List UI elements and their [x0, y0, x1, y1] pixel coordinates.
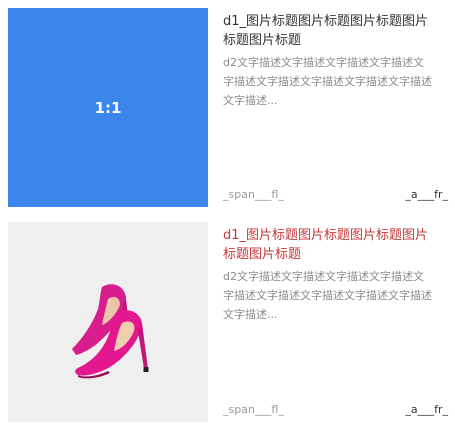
- media-card[interactable]: 1:1 d1_图片标题图片标题图片标题图片标题图片标题 d2文字描述文字描述文字…: [8, 8, 448, 207]
- aspect-ratio-label: 1:1: [94, 98, 122, 117]
- meta-left-text: _span___fl_: [223, 188, 284, 201]
- card-title[interactable]: d1_图片标题图片标题图片标题图片标题图片标题: [223, 226, 433, 264]
- card-description: d2文字描述文字描述文字描述文字描述文字描述文字描述文字描述文字描述文字描述文字…: [223, 270, 432, 321]
- high-heels-image: [72, 284, 149, 379]
- meta-left-text: _span___fl_: [223, 403, 284, 416]
- card-title[interactable]: d1_图片标题图片标题图片标题图片标题图片标题: [223, 12, 433, 50]
- media-card[interactable]: d1_图片标题图片标题图片标题图片标题图片标题 d2文字描述文字描述文字描述文字…: [8, 222, 448, 422]
- card-meta: _span___fl_ _a___fr_: [223, 402, 448, 418]
- card-content: d1_图片标题图片标题图片标题图片标题图片标题 d2文字描述文字描述文字描述文字…: [223, 222, 448, 422]
- card-content: d1_图片标题图片标题图片标题图片标题图片标题 d2文字描述文字描述文字描述文字…: [223, 8, 448, 207]
- thumbnail-placeholder[interactable]: 1:1: [8, 8, 208, 207]
- card-description: d2文字描述文字描述文字描述文字描述文字描述文字描述文字描述文字描述文字描述文字…: [223, 56, 432, 107]
- meta-right-link[interactable]: _a___fr_: [405, 187, 448, 203]
- product-thumbnail[interactable]: [8, 222, 208, 422]
- meta-right-link[interactable]: _a___fr_: [405, 402, 448, 418]
- card-meta: _span___fl_ _a___fr_: [223, 187, 448, 203]
